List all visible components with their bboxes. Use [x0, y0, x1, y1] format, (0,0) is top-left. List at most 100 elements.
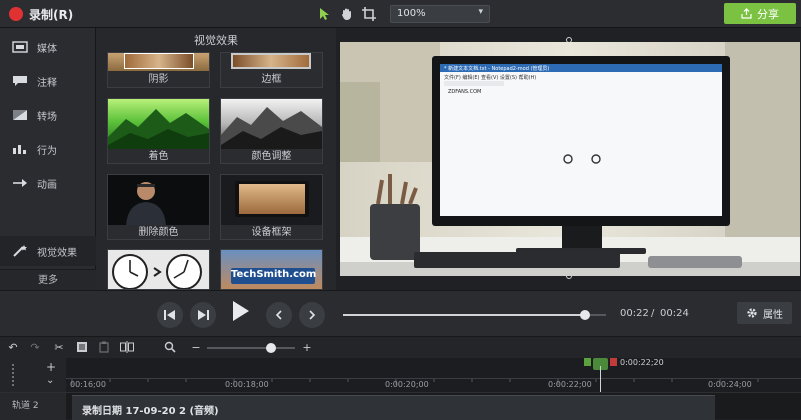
step-forward-icon	[198, 310, 209, 320]
ruler-label: 0:00:24;00	[708, 380, 752, 389]
split-icon[interactable]	[120, 341, 134, 355]
sidebar-more-button[interactable]: 更多	[0, 269, 96, 290]
properties-button[interactable]: 属性	[737, 302, 792, 324]
timeline-zoom-knob[interactable]	[266, 343, 276, 353]
effect-label: 边框	[221, 71, 322, 87]
sidebar-item-transitions[interactable]: 转场	[0, 100, 96, 130]
sidebar-item-label: 动画	[37, 179, 57, 191]
sidebar-item-annotations[interactable]: 注释	[0, 66, 96, 96]
selection-end-marker[interactable]	[610, 358, 617, 366]
effect-clock-transition[interactable]	[107, 249, 210, 290]
sidebar-item-label: 行为	[37, 145, 57, 157]
share-button[interactable]: 分享	[724, 3, 796, 24]
drag-handle-icon[interactable]	[12, 364, 18, 386]
effect-remove-color[interactable]: 删除颜色	[107, 174, 210, 240]
sidebar-item-animations[interactable]: 动画	[0, 168, 96, 198]
record-icon[interactable]	[9, 7, 23, 21]
play-button[interactable]	[226, 300, 256, 330]
sidebar: 媒体 注释 转场 行为 动画 视觉效果 更多	[0, 28, 96, 290]
scrubber-knob[interactable]	[579, 310, 590, 320]
undo-icon[interactable]: ↶	[6, 341, 20, 355]
timeline-ruler[interactable]: + ⌄ 00:16;00 0:00:18;00 0:00:20;00 0:00:…	[0, 358, 801, 392]
effect-label: 颜色调整	[221, 149, 322, 163]
effect-label: 着色	[108, 149, 209, 163]
add-track-icon[interactable]: +	[46, 360, 56, 374]
cut-icon[interactable]: ✂	[52, 341, 66, 355]
effect-shadow[interactable]: 阴影	[107, 52, 210, 88]
ruler-label: 0:00:20;00	[385, 380, 429, 389]
sidebar-item-behaviors[interactable]: 行为	[0, 134, 96, 164]
zoom-select[interactable]: 100% ▾	[390, 5, 490, 23]
transition-icon	[12, 109, 28, 121]
animation-icon	[12, 177, 28, 189]
zoom-search-icon	[163, 341, 177, 355]
timeline-track: 轨道 2 录制日期 17-09-20 2 (音频)	[0, 392, 801, 420]
media-icon	[12, 41, 28, 53]
zoom-value: 100%	[397, 8, 426, 19]
playback-scrubber[interactable]	[343, 310, 606, 320]
chevron-down-icon: ▾	[478, 7, 483, 17]
clip-label: 录制日期 17-09-20 2 (音频)	[82, 406, 219, 417]
timeline-zoom-slider[interactable]	[207, 347, 295, 349]
scrubber-fill	[343, 314, 585, 316]
sidebar-item-media[interactable]: 媒体	[0, 32, 96, 62]
effect-thumbnail	[221, 99, 322, 149]
effects-panel-title: 视觉效果	[194, 34, 238, 47]
effect-border[interactable]: 边框	[220, 52, 323, 88]
effect-thumbnail	[108, 175, 209, 225]
annotation-icon	[12, 75, 28, 87]
pointer-tool-icon[interactable]	[316, 5, 334, 23]
next-marker-button[interactable]	[299, 302, 325, 328]
chevron-left-icon	[275, 310, 282, 320]
timeline-toolbar: ↶ ↷ ✂ − +	[0, 336, 801, 358]
effect-thumbnail	[108, 99, 209, 149]
effect-color-adjust[interactable]: 颜色调整	[220, 98, 323, 164]
current-time: 00:22	[620, 308, 649, 319]
sidebar-item-label: 视觉效果	[37, 247, 77, 259]
chevron-down-icon[interactable]: ⌄	[46, 375, 54, 386]
ruler-ticks	[66, 378, 801, 392]
zoom-in-icon[interactable]: +	[300, 341, 314, 355]
crop-icon[interactable]	[360, 5, 378, 23]
share-label: 分享	[757, 7, 779, 21]
total-time: 00:24	[660, 308, 689, 319]
record-button[interactable]: 录制(R)	[29, 6, 73, 23]
ruler-label: 00:16;00	[70, 380, 106, 389]
effect-label: 删除颜色	[108, 225, 209, 239]
copy-icon[interactable]	[75, 341, 89, 355]
step-forward-button[interactable]	[190, 302, 216, 328]
preview-canvas[interactable]: * 新建文本文档.txt - Notepad2-mod (管理员) 文件(F) …	[340, 42, 800, 276]
previous-marker-button[interactable]	[266, 302, 292, 328]
track-label: 轨道 2	[0, 393, 66, 420]
effect-thumbnail	[221, 175, 322, 225]
selection-start-marker[interactable]	[584, 358, 591, 366]
effect-device-frame[interactable]: 设备框架	[220, 174, 323, 240]
track-controls: + ⌄	[0, 358, 66, 392]
sidebar-item-label: 注释	[37, 77, 57, 89]
sidebar-item-label: 媒体	[37, 43, 57, 55]
effect-cursor-highlight[interactable]: TechSmith.com	[220, 249, 323, 290]
pan-hand-icon[interactable]	[338, 5, 356, 23]
time-separator: /	[651, 308, 655, 319]
step-back-icon	[164, 310, 175, 320]
redo-icon[interactable]: ↷	[28, 341, 42, 355]
effects-panel: 视觉效果 阴影 边框 着色 颜色调整 删除颜色 设备框架 TechSmith.c…	[96, 28, 429, 298]
play-icon	[233, 301, 249, 321]
notepad-toolbar	[444, 81, 504, 86]
notepad-text: ZDFANS.COM	[448, 89, 482, 95]
timeline-clip[interactable]: 录制日期 17-09-20 2 (音频)	[72, 395, 715, 420]
paste-icon[interactable]	[97, 341, 111, 355]
notepad-title: * 新建文本文档.txt - Notepad2-mod (管理员)	[444, 66, 550, 72]
step-back-button[interactable]	[157, 302, 183, 328]
effect-thumbnail	[108, 250, 209, 289]
effect-thumbnail: TechSmith.com	[221, 250, 322, 289]
top-toolbar: 录制(R) 100% ▾ 分享	[0, 0, 801, 28]
effect-thumbnail	[221, 53, 322, 71]
zoom-out-icon[interactable]: −	[189, 341, 203, 355]
sidebar-item-visual-effects[interactable]: 视觉效果	[0, 236, 96, 266]
effect-colorize[interactable]: 着色	[107, 98, 210, 164]
share-icon	[741, 8, 752, 19]
visual-effects-icon	[12, 245, 28, 257]
effect-label: 阴影	[108, 71, 209, 87]
ruler-label: 0:00:22;00	[548, 380, 592, 389]
